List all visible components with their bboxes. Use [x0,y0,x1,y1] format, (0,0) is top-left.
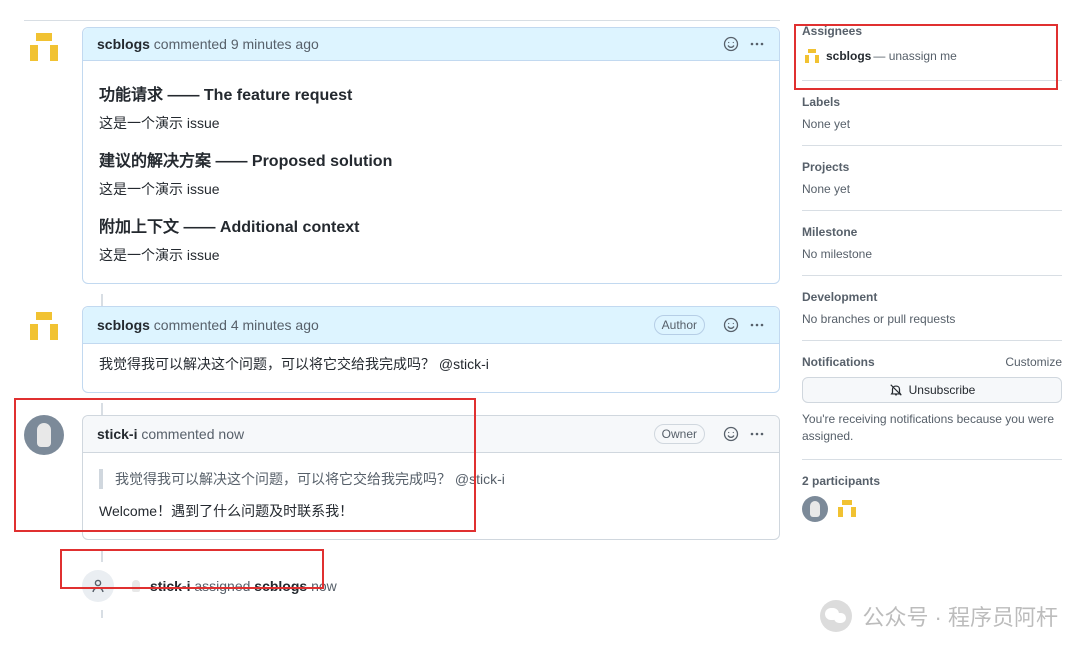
comment-2: scblogs commented 4 minutes ago Author [24,306,780,393]
sidebar-title: Assignees [802,24,862,38]
comment-box: scblogs commented 9 minutes ago 功 [82,27,780,284]
sidebar-milestone[interactable]: Milestone No milestone [802,211,1062,276]
section-heading: 建议的解决方案 —— Proposed solution [99,147,763,171]
sidebar-participants: 2 participants [802,460,1062,536]
comment-meta: scblogs commented 4 minutes ago [97,317,654,333]
comment-body: 我觉得我可以解决这个问题，可以将它交给我完成吗？ @stick-i [83,344,779,392]
comment-header: scblogs commented 4 minutes ago Author [83,307,779,344]
comment-1: scblogs commented 9 minutes ago 功 [24,27,780,284]
sidebar-value: No milestone [802,247,1062,261]
event-time[interactable]: now [311,578,337,594]
body-text: 这是一个演示 issue [99,245,763,265]
comment-time[interactable]: 4 minutes ago [231,317,319,333]
body-text: 我觉得我可以解决这个问题，可以将它交给我完成吗？ @stick-i [99,354,763,374]
sidebar-value: No branches or pull requests [802,312,1062,326]
sidebar-title: Development [802,290,877,304]
assignee-name[interactable]: scblogs [826,49,871,63]
comment-3: stick-i commented now Owner [24,415,780,540]
avatar-scblogs[interactable] [24,27,64,67]
smiley-icon[interactable] [723,36,739,52]
bell-slash-icon [889,383,903,397]
comment-author[interactable]: scblogs [97,317,150,333]
smiley-icon[interactable] [723,317,739,333]
comment-author[interactable]: stick-i [97,426,137,442]
sidebar-title: Projects [802,160,849,174]
comment-author[interactable]: scblogs [97,36,150,52]
sidebar-title: Milestone [802,225,857,239]
sidebar-development[interactable]: Development No branches or pull requests [802,276,1062,341]
participant-avatar-scblogs[interactable] [834,496,860,522]
kebab-icon[interactable] [749,36,765,52]
quote-block: 我觉得我可以解决这个问题，可以将它交给我完成吗？ @stick-i [99,469,763,489]
issue-sidebar: Assignees scblogs — unassign me Labels N… [802,20,1062,618]
sidebar-title: 2 participants [802,474,880,488]
timeline-event-assigned: stick-i assigned scblogs now [24,562,780,610]
comment-box: scblogs commented 4 minutes ago Author [82,306,780,393]
event-target[interactable]: scblogs [254,578,307,594]
comment-meta: scblogs commented 9 minutes ago [97,36,723,52]
smiley-icon[interactable] [723,426,739,442]
notification-note: You're receiving notifications because y… [802,411,1062,445]
comment-body: 功能请求 —— The feature request 这是一个演示 issue… [83,61,779,283]
comment-meta: stick-i commented now [97,426,654,442]
sidebar-value: None yet [802,117,1062,131]
participant-avatar-sticki[interactable] [802,496,828,522]
kebab-icon[interactable] [749,317,765,333]
body-text: 这是一个演示 issue [99,179,763,199]
sidebar-assignees[interactable]: Assignees scblogs — unassign me [802,20,1062,81]
comment-box: stick-i commented now Owner [82,415,780,540]
person-icon [82,570,114,602]
avatar-scblogs-small[interactable] [802,46,822,66]
sidebar-notifications: Notifications Customize Unsubscribe You'… [802,341,1062,460]
avatar-sticki-small[interactable] [126,576,146,596]
unsubscribe-button[interactable]: Unsubscribe [802,377,1062,403]
unassign-me-link[interactable]: unassign me [889,49,957,63]
section-heading: 功能请求 —— The feature request [99,81,763,105]
sidebar-title: Labels [802,95,840,109]
owner-badge: Owner [654,424,705,444]
kebab-icon[interactable] [749,426,765,442]
author-badge: Author [654,315,705,335]
section-heading: 附加上下文 —— Additional context [99,213,763,237]
sidebar-value: None yet [802,182,1062,196]
comment-header: scblogs commented 9 minutes ago [83,28,779,61]
sidebar-projects[interactable]: Projects None yet [802,146,1062,211]
comment-header: stick-i commented now Owner [83,416,779,453]
sidebar-labels[interactable]: Labels None yet [802,81,1062,146]
avatar-scblogs[interactable] [24,306,64,346]
sidebar-title: Notifications [802,355,875,369]
comment-time[interactable]: 9 minutes ago [231,36,319,52]
event-actor[interactable]: stick-i [150,578,190,594]
customize-link[interactable]: Customize [1005,355,1062,369]
comment-body: 我觉得我可以解决这个问题，可以将它交给我完成吗？ @stick-i Welcom… [83,453,779,539]
avatar-sticki[interactable] [24,415,64,455]
body-text: Welcome！遇到了什么问题及时联系我！ [99,501,763,521]
body-text: 这是一个演示 issue [99,113,763,133]
comment-time[interactable]: now [218,426,244,442]
timeline-text: stick-i assigned scblogs now [150,578,337,594]
